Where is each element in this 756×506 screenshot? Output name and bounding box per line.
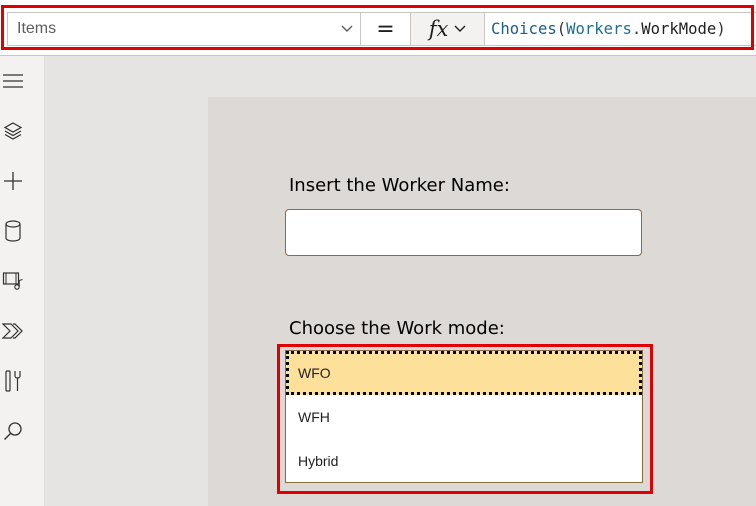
formula-datasource: Workers — [566, 20, 632, 38]
property-value: Items — [17, 20, 57, 37]
work-mode-listbox[interactable]: WFO WFH Hybrid — [285, 350, 643, 483]
chevron-down-icon — [454, 20, 466, 38]
worker-name-label: Insert the Worker Name: — [289, 175, 510, 196]
search-icon[interactable] — [0, 418, 26, 444]
media-icon[interactable] — [0, 268, 26, 294]
fx-button[interactable]: fx — [410, 12, 485, 46]
worker-name-input[interactable] — [285, 209, 642, 256]
fx-icon: fx — [428, 17, 449, 41]
power-automate-icon[interactable] — [0, 318, 26, 344]
formula-open-paren: ( — [556, 20, 567, 38]
list-item-wfo[interactable]: WFO — [286, 351, 642, 395]
database-icon[interactable] — [0, 218, 26, 244]
formula-function: Choices — [491, 20, 557, 38]
equals-sign: = — [361, 12, 410, 46]
list-item-hybrid[interactable]: Hybrid — [286, 439, 642, 483]
work-mode-label: Choose the Work mode: — [289, 318, 505, 339]
chevron-down-icon — [334, 25, 360, 33]
formula-field: WorkMode — [641, 20, 717, 38]
layers-icon[interactable] — [0, 118, 26, 144]
left-rail — [0, 56, 45, 506]
formula-close-paren: ) — [716, 20, 726, 38]
formula-input[interactable]: Choices(Workers. WorkMode) — [485, 12, 756, 46]
list-item-label: WFO — [298, 365, 331, 381]
tools-icon[interactable] — [0, 368, 26, 394]
formula-dot: . — [631, 20, 642, 38]
list-item-label: Hybrid — [298, 453, 339, 469]
plus-icon[interactable] — [0, 168, 26, 194]
list-item-wfh[interactable]: WFH — [286, 395, 642, 439]
formula-bar: Items = fx Choices(Workers. WorkMode) — [0, 0, 756, 56]
list-item-label: WFH — [298, 409, 330, 425]
hamburger-menu-icon[interactable] — [0, 68, 26, 94]
property-dropdown[interactable]: Items — [7, 12, 361, 46]
